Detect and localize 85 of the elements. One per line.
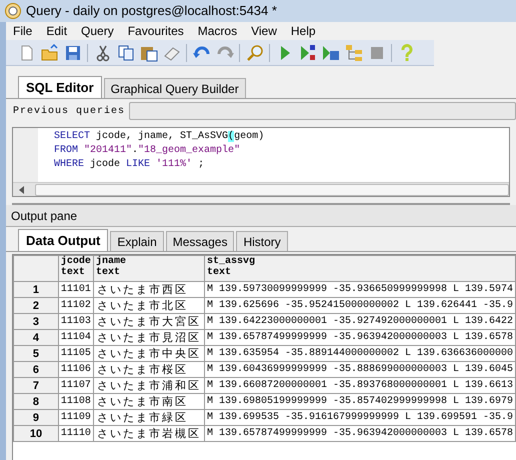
sql-token: jcode, jname, ST_AsSVG [95,131,228,142]
table-cell: M 139.59730099999999 -35.936650999999998 L 139.5974 [204,282,516,298]
table-cell: 11110 [58,426,94,442]
output-tab[interactable]: Messages [166,231,234,251]
menu-item[interactable]: File [6,22,40,40]
play-save-icon[interactable] [322,44,340,62]
output-tab[interactable]: Data Output [18,229,108,251]
row-number: 5 [14,346,58,362]
row-number: 3 [14,314,58,330]
output-tab[interactable]: History [236,231,288,251]
table-cell: さいたま市緑区 [93,410,204,426]
sql-token: WHERE [54,159,84,170]
sql-token: '111%' [156,159,192,170]
sql-token: LIKE [126,159,152,170]
table-cell: M 139.635954 -35.889144000000002 L 139.636636000000 [204,346,516,362]
table-cell: 11109 [58,410,94,426]
sql-token: ( [228,131,234,142]
table-cell: 11108 [58,394,94,410]
column-header[interactable]: jname text [93,256,204,282]
sql-token: SELECT [54,131,90,142]
table-cell: さいたま市見沼区 [93,330,204,346]
table-cell: さいたま市南区 [93,394,204,410]
table-cell: 11107 [58,378,94,394]
table-cell: 11105 [58,346,94,362]
window-title: Query - daily on postgres@localhost:5434 * [26,2,277,20]
menu-item[interactable]: Favourites [120,22,191,40]
table-cell: さいたま市北区 [93,298,204,314]
table-cell: さいたま市岩槻区 [93,426,204,442]
scissors-icon[interactable] [94,44,112,62]
table-cell: さいたま市桜区 [93,362,204,378]
output-tab[interactable]: Explain [110,231,164,251]
table-cell: さいたま市浦和区 [93,378,204,394]
row-number: 10 [14,426,58,442]
menu-item[interactable]: Edit [39,22,74,40]
sql-token: jcode [89,159,122,170]
row-number: 2 [14,298,58,314]
sql-token: FROM [54,145,80,156]
sql-token: . [132,145,138,156]
sql-token: geom) [234,131,264,142]
copy-icon[interactable] [117,44,135,62]
previous-queries-dropdown[interactable] [129,102,516,120]
table-cell: M 139.64223000000001 -35.927492000000001 L 139.6422 [204,314,516,330]
table-cell: 11103 [58,314,94,330]
menu-item[interactable]: Help [284,22,323,40]
table-cell: 11102 [58,298,94,314]
horizontal-scrollbar[interactable] [13,182,509,196]
table-cell: さいたま市中央区 [93,346,204,362]
table-cell: M 139.60436999999999 -35.888699000000003 L 139.6045 [204,362,516,378]
table-cell: さいたま市西区 [93,282,204,298]
menu-item[interactable]: Query [74,22,121,40]
save-icon[interactable] [64,44,82,62]
row-number: 4 [14,330,58,346]
row-number: 6 [14,362,58,378]
play-squares-icon[interactable] [299,44,317,62]
row-number: 7 [14,378,58,394]
row-number: 9 [14,410,58,426]
table-cell: さいたま市大宮区 [93,314,204,330]
row-number: 8 [14,394,58,410]
table-cell: M 139.66087200000001 -35.893768000000001 L 139.6613 [204,378,516,394]
table-cell: M 139.69805199999999 -35.857402999999998 L 139.6979 [204,394,516,410]
search-icon[interactable] [246,44,264,62]
editor-tab[interactable]: SQL Editor [18,76,102,98]
table-cell: 11106 [58,362,94,378]
sql-token: "201411" [84,145,132,156]
menu-item[interactable]: View [244,22,284,40]
sql-token: ; [197,159,204,170]
table-cell: 11101 [58,282,94,298]
output-pane-title: Output pane [11,208,78,224]
table-cell: M 139.625696 -35.952415000000002 L 139.626441 -35.9 [204,298,516,314]
column-header[interactable]: st_assvg text [204,256,516,282]
row-number: 1 [14,282,58,298]
tree-diagram-icon[interactable] [345,44,363,62]
menu-item[interactable]: Macros [190,22,244,40]
sql-token: "18_geom_example" [138,145,240,156]
previous-queries-label: Previous queries [13,104,126,118]
table-cell: 11104 [58,330,94,346]
table-cell: M 139.65787499999999 -35.963942000000003 L 139.6578 [204,426,516,442]
table-cell: M 139.65787499999999 -35.963942000000003 L 139.6578 [204,330,516,346]
editor-tab[interactable]: Graphical Query Builder [104,78,246,98]
line-number-gutter [13,128,38,182]
table-cell: M 139.699535 -35.916167999999999 L 139.699591 -35.9 [204,410,516,426]
open-folder-icon[interactable] [41,44,59,62]
left-arrow-icon[interactable] [17,186,27,194]
sql-editor[interactable]: SELECT jcode, jname, ST_AsSVG(geom) FROM "201411"."18_geom_example" WHERE jcode LIKE '111%' ; [12,127,510,197]
column-header[interactable]: jcode text [58,256,94,282]
